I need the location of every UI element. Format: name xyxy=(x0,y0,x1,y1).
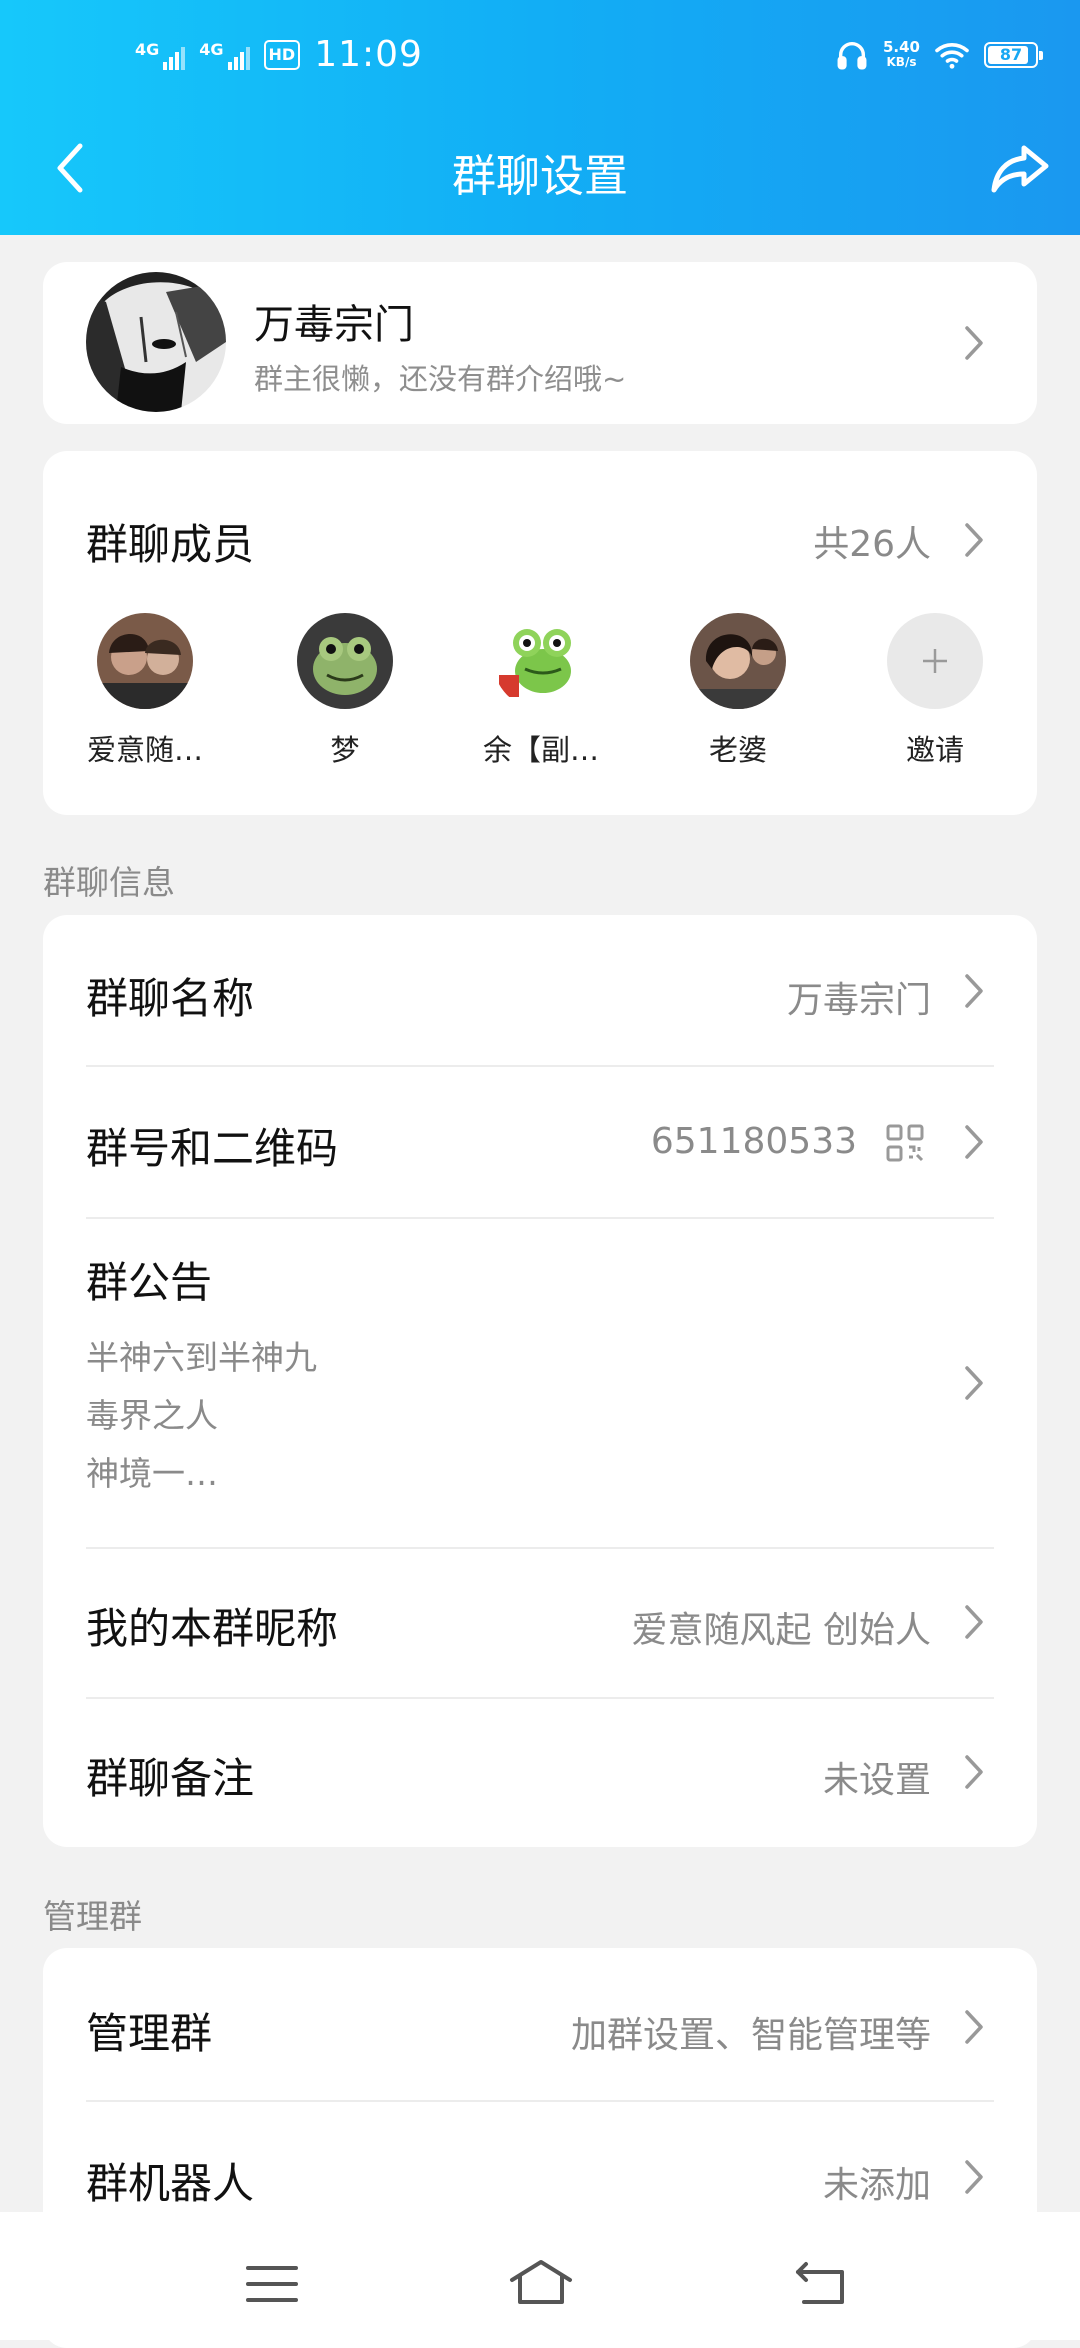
network-speed: 5.40 KB/s xyxy=(883,40,920,70)
menu-button[interactable] xyxy=(240,2254,304,2314)
row-label: 群号和二维码 xyxy=(86,1124,339,1173)
share-icon xyxy=(991,145,1049,193)
return-icon xyxy=(796,2262,844,2304)
nav-bar: 群聊设置 xyxy=(0,130,1080,210)
signal-1-label: 4G xyxy=(135,39,160,59)
status-bar: 4G 4G HD 11:09 5.40 KB/s 87 xyxy=(0,28,1080,88)
group-profile-card[interactable]: 万毒宗门 群主很懒，还没有群介绍哦~ xyxy=(43,262,1037,424)
signal-1-icon: 4G xyxy=(135,39,186,70)
headphones-icon xyxy=(837,42,867,70)
row-label: 管理群 xyxy=(86,2009,213,2058)
chevron-right-icon xyxy=(963,2008,985,2046)
member-item[interactable]: 爱意随… xyxy=(55,613,235,769)
row-value: 加群设置、智能管理等 xyxy=(570,2015,931,2056)
plus-icon xyxy=(887,613,983,709)
member-name: 余【副… xyxy=(482,733,599,767)
member-avatar xyxy=(493,613,589,709)
announcement-line: 神境一… xyxy=(86,1454,218,1493)
row-manage-group[interactable]: 管理群 加群设置、智能管理等 xyxy=(43,1948,1037,2098)
clock: 11:09 xyxy=(314,34,423,75)
members-title: 群聊成员 xyxy=(86,520,255,569)
member-item[interactable]: 老婆 xyxy=(648,613,828,769)
group-number: 651180533 xyxy=(650,1121,857,1162)
signal-2-icon: 4G xyxy=(199,39,250,70)
member-name: 爱意随… xyxy=(86,733,203,767)
group-avatar[interactable] xyxy=(86,272,226,412)
row-announcement[interactable]: 群公告 半神六到半神九 毒界之人 神境一… xyxy=(43,1219,1037,1535)
chevron-right-icon xyxy=(963,2158,985,2196)
row-label: 群公告 xyxy=(86,1258,213,1307)
announcement-line: 半神六到半神九 xyxy=(86,1338,317,1377)
chevron-right-icon xyxy=(963,1123,985,1161)
member-avatar xyxy=(690,613,786,709)
section-label-manage: 管理群 xyxy=(43,1897,142,1936)
chevron-right-icon xyxy=(963,972,985,1010)
wifi-icon xyxy=(935,43,969,69)
member-avatar xyxy=(97,613,193,709)
chevron-right-icon xyxy=(963,324,985,362)
page-title: 群聊设置 xyxy=(452,151,628,202)
row-value: 爱意随风起 创始人 xyxy=(631,1610,931,1651)
chevron-right-icon xyxy=(963,1364,985,1402)
row-group-number[interactable]: 群号和二维码 651180533 xyxy=(43,1067,1037,1217)
signal-2-label: 4G xyxy=(199,39,224,59)
hd-badge: HD xyxy=(263,39,301,70)
row-value: 未设置 xyxy=(822,1760,931,1801)
invite-label: 邀请 xyxy=(905,733,964,767)
member-item[interactable]: 梦 xyxy=(255,613,435,769)
row-my-nickname[interactable]: 我的本群昵称 爱意随风起 创始人 xyxy=(43,1549,1037,1699)
battery-icon: 87 xyxy=(984,42,1043,68)
member-name: 老婆 xyxy=(708,733,767,767)
row-value: 万毒宗门 xyxy=(786,980,931,1021)
section-label-info: 群聊信息 xyxy=(43,863,175,902)
group-name: 万毒宗门 xyxy=(254,302,414,348)
row-group-remark[interactable]: 群聊备注 未设置 xyxy=(43,1699,1037,1847)
member-avatar xyxy=(297,613,393,709)
info-card: 群聊名称 万毒宗门 群号和二维码 651180533 群公告 半神六到半神九 毒… xyxy=(43,915,1037,1847)
group-intro: 群主很懒，还没有群介绍哦~ xyxy=(254,362,627,396)
menu-icon xyxy=(246,2266,298,2302)
announcement-line: 毒界之人 xyxy=(86,1396,218,1435)
invite-button[interactable]: 邀请 xyxy=(845,613,1025,769)
members-count[interactable]: 共26人 xyxy=(813,515,931,567)
members-row: 爱意随… 梦 余【副… 老婆 邀请 xyxy=(43,613,1037,773)
share-button[interactable] xyxy=(988,136,1052,200)
chevron-right-icon xyxy=(963,1603,985,1641)
home-icon xyxy=(510,2260,572,2304)
row-value: 未添加 xyxy=(822,2165,931,2206)
members-card: 群聊成员 共26人 爱意随… 梦 余【副… 老婆 邀请 xyxy=(43,451,1037,815)
row-label: 群聊备注 xyxy=(86,1754,255,1803)
member-name: 梦 xyxy=(330,733,360,767)
member-item[interactable]: 余【副… xyxy=(451,613,631,769)
back-nav-button[interactable] xyxy=(790,2254,854,2314)
row-label: 我的本群昵称 xyxy=(86,1604,339,1653)
chevron-right-icon xyxy=(963,1753,985,1791)
home-button[interactable] xyxy=(506,2254,576,2314)
chevron-right-icon[interactable] xyxy=(963,521,985,559)
speed-value: 5.40 xyxy=(882,38,920,56)
battery-level: 87 xyxy=(999,45,1023,64)
header: 4G 4G HD 11:09 5.40 KB/s 87 群聊设置 xyxy=(0,0,1080,235)
system-nav-bar xyxy=(0,2212,1080,2340)
qr-code-icon xyxy=(885,1123,925,1163)
row-label: 群机器人 xyxy=(86,2159,255,2208)
row-group-name[interactable]: 群聊名称 万毒宗门 xyxy=(43,915,1037,1065)
speed-unit: KB/s xyxy=(886,55,917,69)
row-label: 群聊名称 xyxy=(86,974,255,1023)
